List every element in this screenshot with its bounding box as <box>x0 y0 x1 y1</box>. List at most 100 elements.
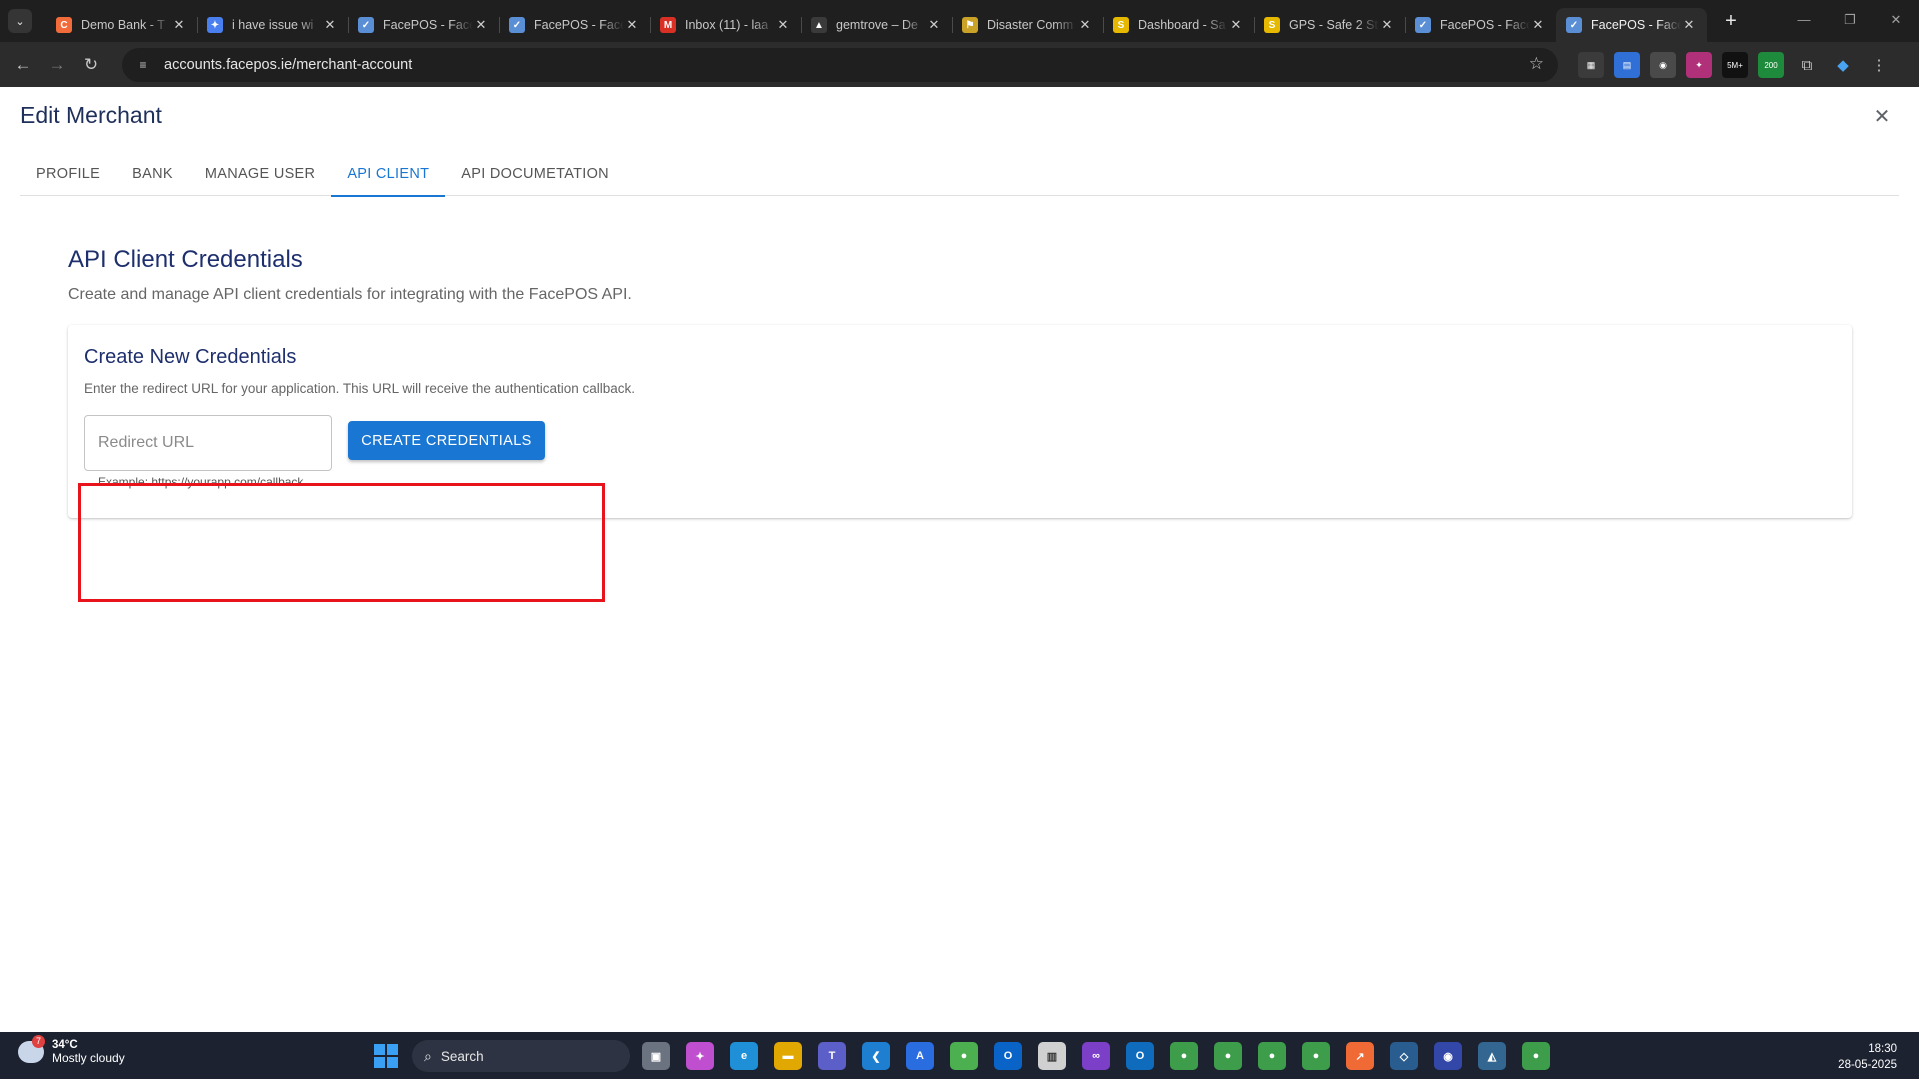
browser-tab[interactable]: S Dashboard - Sa ✕ <box>1103 8 1254 42</box>
windows-taskbar: 7 34°C Mostly cloudy ⌕ Search ▣ ✦ e ▬ T … <box>0 1032 1919 1079</box>
close-window-icon[interactable]: ✕ <box>1873 0 1919 42</box>
page-content: Edit Merchant ✕ PROFILE BANK MANAGE USER… <box>0 87 1919 1032</box>
weather-temperature: 34°C <box>52 1039 78 1051</box>
weather-alert-badge: 7 <box>32 1035 45 1048</box>
browser-tab[interactable]: ✓ FacePOS - Face ✕ <box>1405 8 1556 42</box>
tab-close-icon[interactable]: ✕ <box>926 17 942 33</box>
postgres-icon[interactable]: ◭ <box>1478 1042 1506 1070</box>
bookmark-star-icon[interactable]: ☆ <box>1529 54 1544 74</box>
browser-tab[interactable]: ▲ gemtrove – De ✕ <box>801 8 952 42</box>
chrome-profile-2-icon[interactable]: ● <box>1214 1042 1242 1070</box>
chrome-profile-5-icon[interactable]: ● <box>1522 1042 1550 1070</box>
close-icon[interactable]: ✕ <box>1869 103 1895 129</box>
browser-menu-icon[interactable]: ⋮ <box>1866 52 1892 78</box>
task-view-icon[interactable]: ▣ <box>642 1042 670 1070</box>
browser-tab[interactable]: ⚑ Disaster Comm ✕ <box>952 8 1103 42</box>
obs-icon[interactable]: ◉ <box>1434 1042 1462 1070</box>
chrome-profile-1-icon[interactable]: ● <box>1170 1042 1198 1070</box>
outlook-icon[interactable]: O <box>994 1042 1022 1070</box>
section-title: API Client Credentials <box>68 246 303 273</box>
taskbar-search[interactable]: ⌕ Search <box>412 1040 630 1072</box>
merchant-tabs: PROFILE BANK MANAGE USER API CLIENT API … <box>20 151 1899 197</box>
tab-close-icon[interactable]: ✕ <box>624 17 640 33</box>
restore-icon[interactable]: ❐ <box>1827 0 1873 42</box>
section-subtitle: Create and manage API client credentials… <box>68 286 632 303</box>
tab-strip: C Demo Bank - T ✕ ✦ i have issue wi ✕ ✓ FacePOS… <box>46 0 1707 42</box>
redirect-url-input[interactable] <box>84 415 332 471</box>
extension-grid-icon[interactable]: ▦ <box>1578 52 1604 78</box>
tab-profile[interactable]: PROFILE <box>20 151 116 196</box>
extension-camera-icon[interactable]: ◉ <box>1650 52 1676 78</box>
sql-tool-icon[interactable]: ◇ <box>1390 1042 1418 1070</box>
create-credentials-button[interactable]: CREATE CREDENTIALS <box>348 421 545 460</box>
back-icon[interactable]: ← <box>6 48 40 82</box>
reload-icon[interactable]: ↻ <box>74 48 108 82</box>
copilot-icon[interactable]: ✦ <box>686 1042 714 1070</box>
forward-icon[interactable]: → <box>40 48 74 82</box>
extension-palette-icon[interactable]: ✦ <box>1686 52 1712 78</box>
browser-tab[interactable]: C Demo Bank - T ✕ <box>46 8 197 42</box>
tab-title: FacePOS - Face <box>534 18 624 32</box>
chrome-profile-3-icon[interactable]: ● <box>1258 1042 1286 1070</box>
browser-tab[interactable]: S GPS - Safe 2 St ✕ <box>1254 8 1405 42</box>
tab-favicon-icon: ✓ <box>1566 17 1582 33</box>
weather-description: Mostly cloudy <box>52 1051 125 1065</box>
tab-favicon-icon: ▲ <box>811 17 827 33</box>
tab-api-documentation[interactable]: API DOCUMETATION <box>445 151 625 196</box>
browser-tab[interactable]: ✓ FacePOS - Face ✕ <box>1556 8 1707 42</box>
weather-widget[interactable]: 7 34°C Mostly cloudy <box>18 1035 125 1065</box>
browser-tab[interactable]: M Inbox (11) - laa ✕ <box>650 8 801 42</box>
tab-favicon-icon: ✓ <box>509 17 525 33</box>
extensions-puzzle-icon[interactable]: ⧉ <box>1794 52 1820 78</box>
tab-title: FacePOS - Face <box>383 18 473 32</box>
app-store-icon[interactable]: A <box>906 1042 934 1070</box>
postman-icon[interactable]: ↗ <box>1346 1042 1374 1070</box>
notebook-icon[interactable]: ▥ <box>1038 1042 1066 1070</box>
tab-close-icon[interactable]: ✕ <box>171 17 187 33</box>
tab-title: GPS - Safe 2 St <box>1289 18 1378 32</box>
browser-tab[interactable]: ✓ FacePOS - Face ✕ <box>499 8 650 42</box>
browser-tab[interactable]: ✓ FacePOS - Face ✕ <box>348 8 499 42</box>
outlook-new-icon[interactable]: O <box>1126 1042 1154 1070</box>
edge-icon[interactable]: e <box>730 1042 758 1070</box>
file-explorer-icon[interactable]: ▬ <box>774 1042 802 1070</box>
new-tab-icon[interactable]: + <box>1719 10 1743 33</box>
chrome-icon[interactable]: ● <box>950 1042 978 1070</box>
start-icon[interactable] <box>374 1044 398 1068</box>
extension-counter-badge[interactable]: 5M+ <box>1722 52 1748 78</box>
tab-close-icon[interactable]: ✕ <box>1077 17 1093 33</box>
tab-search-icon[interactable]: ⌄ <box>8 9 32 33</box>
tab-close-icon[interactable]: ✕ <box>1530 17 1546 33</box>
system-clock[interactable]: 18:30 28-05-2025 <box>1838 1041 1897 1073</box>
vscode-icon[interactable]: ❮ <box>862 1042 890 1070</box>
tab-title: Dashboard - Sa <box>1138 18 1226 32</box>
tab-close-icon[interactable]: ✕ <box>473 17 489 33</box>
card-description: Enter the redirect URL for your applicat… <box>84 381 636 396</box>
browser-tab[interactable]: ✦ i have issue wi ✕ <box>197 8 348 42</box>
extension-doc-icon[interactable]: ▤ <box>1614 52 1640 78</box>
tab-api-client[interactable]: API CLIENT <box>331 151 446 197</box>
minimize-icon[interactable]: — <box>1781 0 1827 42</box>
tab-favicon-icon: C <box>56 17 72 33</box>
omnibox[interactable]: ≡ accounts.facepos.ie/merchant-account ☆ <box>122 48 1558 82</box>
redirect-url-helper: Example: https://yourapp.com/callback <box>98 475 304 489</box>
chrome-profile-4-icon[interactable]: ● <box>1302 1042 1330 1070</box>
tab-close-icon[interactable]: ✕ <box>1681 17 1697 33</box>
extension-score-badge[interactable]: 200 <box>1758 52 1784 78</box>
url-text[interactable]: accounts.facepos.ie/merchant-account <box>164 57 412 73</box>
extensions-row: ▦ ▤ ◉ ✦ 5M+ 200 ⧉ ◆ ⋮ <box>1578 48 1892 82</box>
tab-favicon-icon: S <box>1113 17 1129 33</box>
tab-close-icon[interactable]: ✕ <box>1379 17 1395 33</box>
tab-bank[interactable]: BANK <box>116 151 189 196</box>
site-info-icon[interactable]: ≡ <box>134 56 152 74</box>
visual-studio-icon[interactable]: ∞ <box>1082 1042 1110 1070</box>
teams-icon[interactable]: T <box>818 1042 846 1070</box>
tab-manage-user[interactable]: MANAGE USER <box>189 151 331 196</box>
tab-close-icon[interactable]: ✕ <box>1228 17 1244 33</box>
tab-close-icon[interactable]: ✕ <box>775 17 791 33</box>
profile-icon[interactable]: ◆ <box>1830 52 1856 78</box>
tab-favicon-icon: ⚑ <box>962 17 978 33</box>
tab-close-icon[interactable]: ✕ <box>322 17 338 33</box>
tab-title: Demo Bank - T <box>81 18 165 32</box>
tab-favicon-icon: ✓ <box>358 17 374 33</box>
